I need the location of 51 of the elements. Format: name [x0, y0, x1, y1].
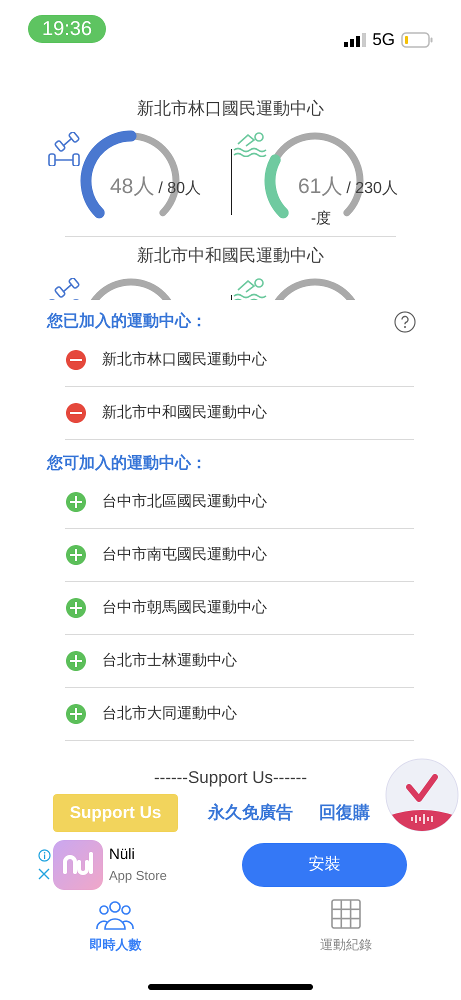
center-name: 台中市朝馬國民運動中心: [102, 598, 267, 618]
close-icon[interactable]: [38, 868, 50, 880]
install-button[interactable]: 安裝: [242, 842, 407, 886]
center-row[interactable]: 台中市朝馬國民運動中心: [65, 582, 414, 635]
center-row[interactable]: 台中市北區國民運動中心: [65, 476, 414, 529]
link[interactable]: 永久免廣告: [208, 800, 293, 826]
center-name: 新北市林口國民運動中心: [136, 98, 325, 120]
signal-icon: [344, 32, 366, 47]
center-row[interactable]: 新北市林口國民運動中心: [65, 334, 414, 387]
add-icon[interactable]: [65, 491, 87, 513]
info-icon[interactable]: [38, 849, 51, 862]
app-icon: [53, 840, 103, 890]
add-icon[interactable]: [65, 650, 87, 672]
center-name: 新北市中和國民運動中心: [136, 244, 325, 266]
swimmer-icon: [233, 132, 267, 156]
remove-icon[interactable]: [65, 402, 87, 424]
note-label: -度: [311, 208, 331, 228]
add-icon[interactable]: [65, 597, 87, 619]
battery-icon: [401, 32, 433, 48]
dumbbell-icon: [45, 132, 83, 166]
center-name: 台北市大同運動中心: [102, 704, 237, 724]
link[interactable]: 回復購: [319, 800, 370, 826]
center-row[interactable]: 台中市南屯國民運動中心: [65, 529, 414, 582]
center-row[interactable]: 台北市大同運動中心: [65, 688, 414, 741]
add-icon[interactable]: [65, 703, 87, 725]
app-name: Nüli: [109, 844, 136, 864]
floating-check-icon[interactable]: [385, 757, 459, 833]
center-name: 台中市南屯國民運動中心: [102, 544, 267, 565]
people-count: 48人: [110, 176, 154, 196]
status-time: 19:36: [28, 15, 106, 43]
help-icon[interactable]: [394, 311, 416, 333]
network-label: 5G: [372, 29, 395, 51]
add-icon[interactable]: [65, 544, 87, 566]
center-name: 新北市林口國民運動中心: [102, 350, 267, 370]
section-heading: 您可加入的運動中心：: [47, 453, 208, 474]
tab[interactable]: 即時人數: [0, 898, 230, 956]
tab[interactable]: 運動紀錄: [230, 898, 461, 956]
remove-icon[interactable]: [65, 349, 87, 371]
section-heading: 您已加入的運動中心：: [47, 311, 207, 332]
people-icon: [95, 898, 136, 930]
swimmer-icon: [233, 278, 267, 300]
capacity-label: / 80人: [158, 180, 202, 196]
center-row[interactable]: 新北市中和國民運動中心: [65, 387, 414, 440]
support-title: ------Support Us------: [153, 767, 308, 789]
center-name: 新北市中和國民運動中心: [102, 402, 267, 423]
capacity-label: / 230人: [346, 180, 398, 196]
center-row[interactable]: 台北市士林運動中心: [65, 635, 414, 688]
store-label: App Store: [109, 867, 168, 885]
center-name: 台北市士林運動中心: [102, 650, 237, 671]
people-count: 61人: [298, 176, 342, 196]
center-name: 台中市北區國民運動中心: [102, 492, 267, 512]
